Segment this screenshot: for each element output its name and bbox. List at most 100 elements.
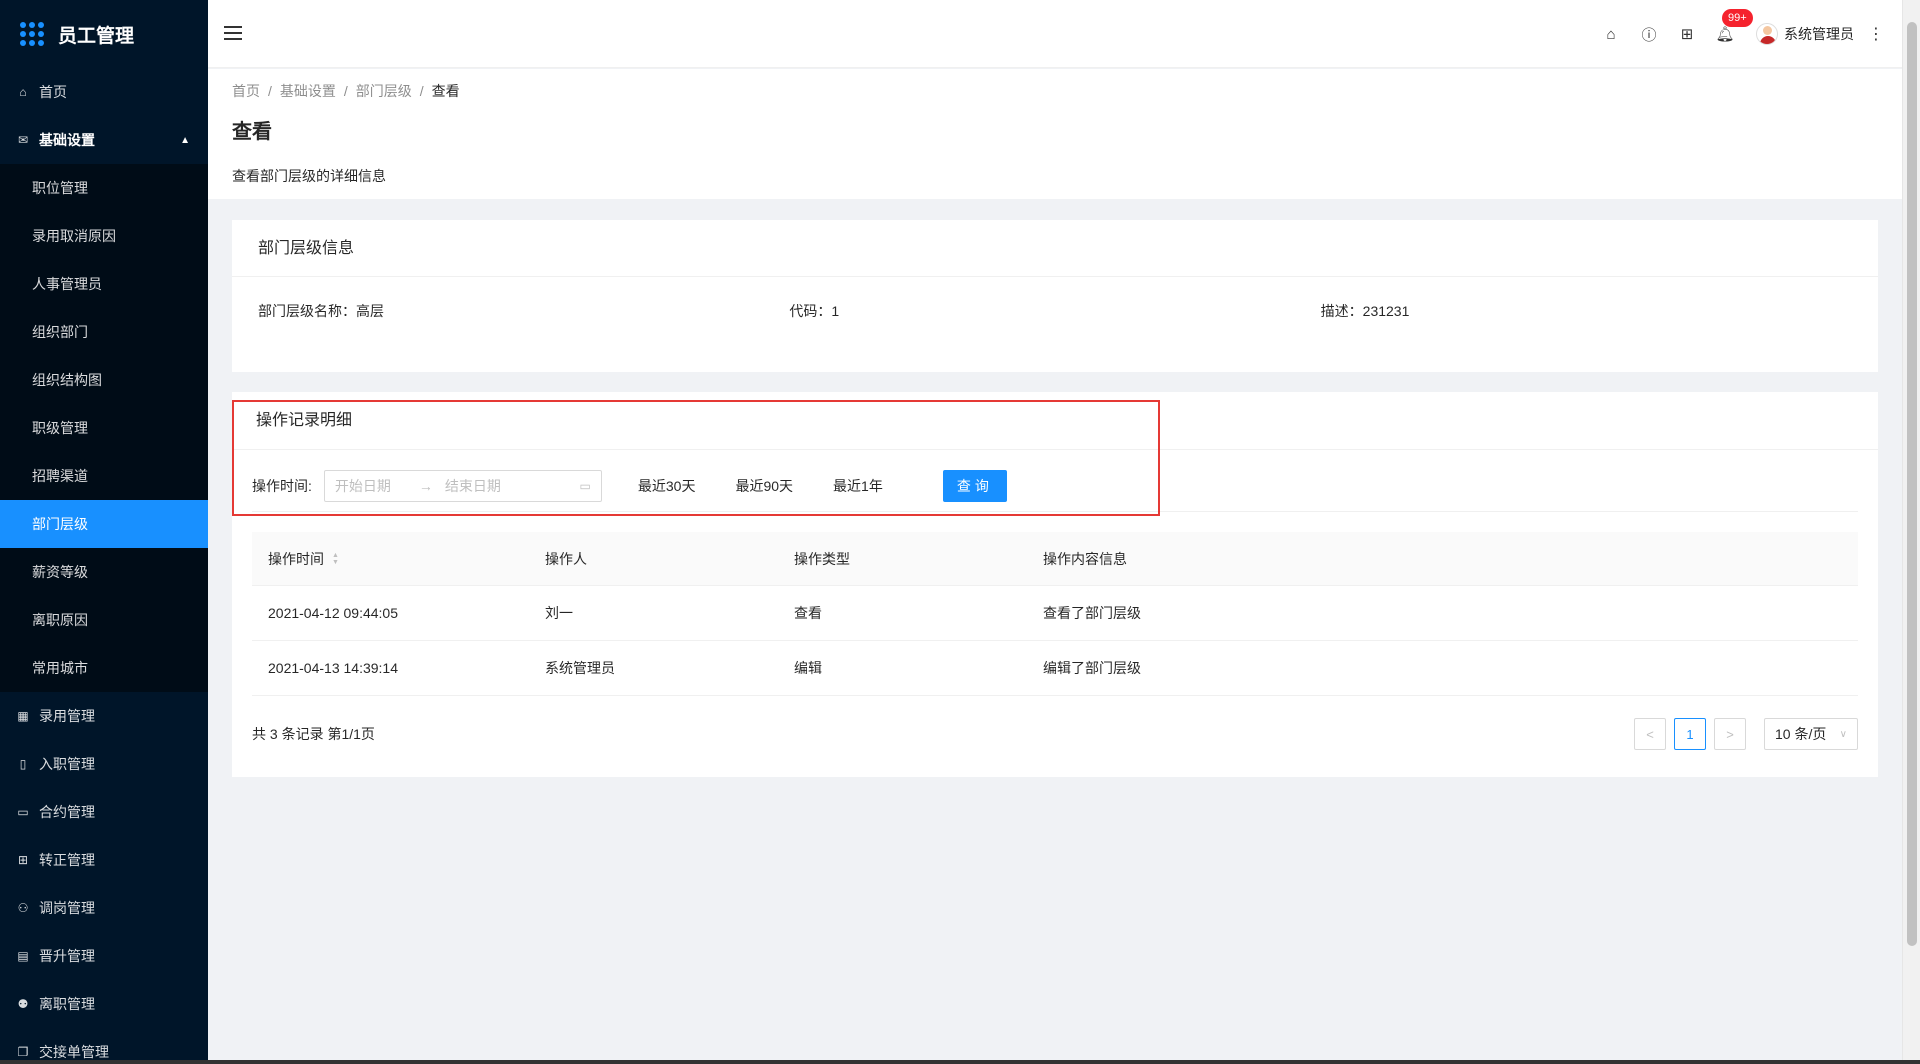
sidebar-item-common-city[interactable]: 常用城市 [0, 644, 208, 692]
quick-range-90d[interactable]: 最近90天 [735, 476, 793, 496]
sidebar-item-promotion[interactable]: ▤ 晋升管理 [0, 932, 208, 980]
table-footer: 共 3 条记录 第1/1页 < 1 > 10 条/页 ∨ [252, 718, 1858, 750]
column-header-type: 操作类型 [794, 550, 850, 567]
cell-operator: 刘一 [545, 605, 573, 621]
file-icon: ▯ [19, 757, 27, 771]
chevron-up-icon: ▲ [180, 134, 190, 146]
user-name: 系统管理员 [1784, 26, 1854, 42]
sidebar-item-position[interactable]: 职位管理 [0, 164, 208, 212]
table-icon: ▦ [17, 709, 29, 723]
field-name: 部门层级名称：高层 [258, 303, 384, 319]
end-date-input[interactable]: 结束日期 [445, 476, 501, 496]
page-size-value: 10 条/页 [1775, 726, 1827, 742]
page-header: 首页 / 基础设置 / 部门层级 / 查看 查看 查看部门层级的详细信息 [208, 69, 1902, 199]
home-icon: ⌂ [19, 85, 27, 99]
table-row[interactable]: 2021-04-13 14:39:14 系统管理员 编辑 编辑了部门层级 [252, 641, 1858, 696]
table-row[interactable]: 2021-04-12 09:44:05 刘一 查看 查看了部门层级 [252, 586, 1858, 641]
sidebar-item-label: 转正管理 [39, 852, 95, 868]
field-description: 描述：231231 [1320, 303, 1410, 319]
scrollbar-thumb[interactable] [1907, 22, 1917, 946]
copy-icon: ❐ [17, 1045, 29, 1059]
apps-icon[interactable]: ⊞ [1668, 25, 1706, 43]
sidebar-item-label: 合约管理 [39, 804, 95, 820]
avatar [1756, 23, 1778, 45]
prev-page-button[interactable]: < [1634, 718, 1666, 750]
sort-icon[interactable]: ▲ ▼ [332, 552, 339, 566]
sidebar-item-label: 晋升管理 [39, 948, 95, 964]
cell-content: 查看了部门层级 [1043, 605, 1141, 621]
sidebar-item-handover[interactable]: ❐ 交接单管理 [0, 1028, 208, 1064]
sidebar-item-home[interactable]: ⌂ 首页 [0, 68, 208, 116]
sidebar-item-label: 人事管理员 [32, 276, 102, 292]
sidebar-item-hiring[interactable]: ▦ 录用管理 [0, 692, 208, 740]
more-vertical-icon[interactable]: ⋮ [1868, 24, 1884, 44]
cell-type: 编辑 [794, 660, 822, 676]
home-icon[interactable]: ⌂ [1592, 26, 1630, 43]
breadcrumb: 首页 / 基础设置 / 部门层级 / 查看 [232, 81, 1878, 101]
quick-range-30d[interactable]: 最近30天 [638, 476, 696, 496]
chevron-down-icon: ∨ [1839, 728, 1847, 740]
sidebar-group-basic-settings[interactable]: ✉ 基础设置 ▲ [0, 116, 208, 164]
sidebar-item-label: 组织部门 [32, 324, 88, 340]
breadcrumb-dept-level[interactable]: 部门层级 [356, 81, 412, 101]
sidebar-item-label: 常用城市 [32, 660, 88, 676]
page-scrollbar[interactable] [1902, 0, 1920, 1064]
date-range-picker[interactable]: 开始日期 → 结束日期 ▭ [323, 469, 602, 502]
sidebar-item-hr-admin[interactable]: 人事管理员 [0, 260, 208, 308]
header-actions: ⌂ ⓘ ⊞ 🔔︎ 99+ 系统管理员 ⋮ [1592, 0, 1884, 68]
record-summary: 共 3 条记录 第1/1页 [252, 726, 375, 742]
breadcrumb-home[interactable]: 首页 [232, 81, 260, 101]
sidebar-item-org-chart[interactable]: 组织结构图 [0, 356, 208, 404]
cell-content: 编辑了部门层级 [1043, 660, 1141, 676]
user-menu[interactable]: 系统管理员 [1756, 23, 1854, 45]
menu-fold-icon[interactable] [224, 26, 242, 42]
start-date-input[interactable]: 开始日期 [335, 476, 391, 496]
calendar-icon: ▭ [579, 478, 591, 493]
sidebar-item-label: 部门层级 [32, 516, 88, 532]
table-header: 操作时间 ▲ ▼ 操作人 操作类型 操作内容信息 [252, 532, 1858, 586]
sidebar-item-dept-level[interactable]: 部门层级 [0, 500, 208, 548]
page-description: 查看部门层级的详细信息 [232, 168, 386, 184]
app-logo[interactable]: 员工管理 [0, 0, 208, 68]
quick-range-1y[interactable]: 最近1年 [833, 476, 883, 496]
page-title: 查看 [232, 121, 272, 143]
column-header-time[interactable]: 操作时间 ▲ ▼ [252, 549, 529, 569]
cell-operator: 系统管理员 [545, 660, 615, 676]
mail-icon: ✉ [17, 133, 29, 147]
sidebar-item-transfer[interactable]: ⚇ 调岗管理 [0, 884, 208, 932]
sidebar-item-label: 职位管理 [32, 180, 88, 196]
arrow-right-icon: → [418, 477, 433, 494]
page-size-select[interactable]: 10 条/页 ∨ [1764, 718, 1858, 750]
sidebar-item-org-dept[interactable]: 组织部门 [0, 308, 208, 356]
query-button[interactable]: 查询 [942, 469, 1007, 502]
sidebar-item-leave-reason[interactable]: 离职原因 [0, 596, 208, 644]
user-leave-icon: ⚉ [17, 997, 29, 1011]
sidebar-item-resignation[interactable]: ⚉ 离职管理 [0, 980, 208, 1028]
sidebar-item-recruit-channel[interactable]: 招聘渠道 [0, 452, 208, 500]
breadcrumb-separator: / [268, 83, 272, 99]
sidebar-item-label: 交接单管理 [39, 1044, 109, 1060]
column-header-operator: 操作人 [545, 550, 587, 567]
sidebar-item-rank[interactable]: 职级管理 [0, 404, 208, 452]
sidebar-item-salary-grade[interactable]: 薪资等级 [0, 548, 208, 596]
column-label: 操作时间 [268, 550, 324, 567]
breadcrumb-separator: / [343, 83, 348, 99]
app-title: 员工管理 [58, 25, 135, 47]
info-row: 部门层级名称：高层 代码：1 描述：231231 [232, 277, 1878, 345]
notification-badge: 99+ [1722, 9, 1753, 27]
sidebar-item-label: 录用管理 [39, 708, 95, 724]
sidebar-item-contract[interactable]: ▭ 合约管理 [0, 788, 208, 836]
sidebar-item-label: 离职管理 [39, 996, 95, 1012]
bell-icon[interactable]: 🔔︎ 99+ [1706, 9, 1753, 43]
breadcrumb-basic-settings[interactable]: 基础设置 [280, 81, 336, 101]
card-title: 操作记录明细 [232, 392, 1878, 450]
sidebar-item-offer-cancel-reason[interactable]: 录用取消原因 [0, 212, 208, 260]
sidebar-item-regularization[interactable]: ⊞ 转正管理 [0, 836, 208, 884]
sidebar-item-label: 职级管理 [32, 420, 88, 436]
next-page-button[interactable]: > [1714, 718, 1746, 750]
sidebar-item-onboarding[interactable]: ▯ 入职管理 [0, 740, 208, 788]
document-icon: ▤ [17, 949, 29, 963]
page-button-current[interactable]: 1 [1674, 718, 1706, 750]
sidebar-item-label: 首页 [39, 84, 67, 100]
help-icon[interactable]: ⓘ [1630, 24, 1668, 45]
